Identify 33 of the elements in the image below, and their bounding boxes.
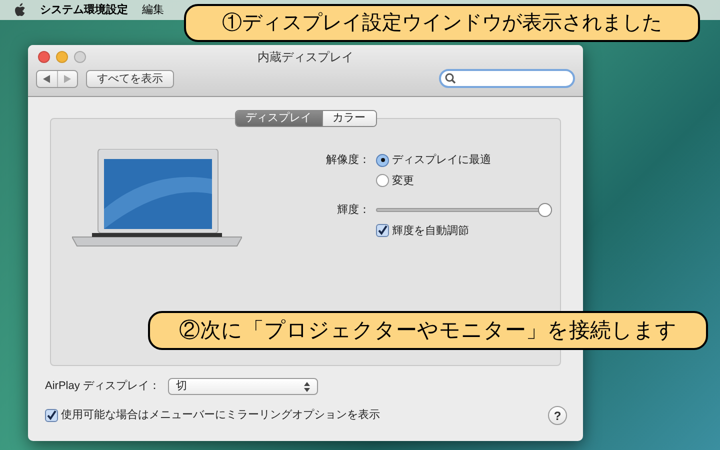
close-button[interactable] [38, 51, 50, 63]
checkbox[interactable] [376, 224, 389, 238]
help-button[interactable]: ? [548, 406, 567, 425]
resolution-label: 解像度： [325, 152, 370, 168]
menu-item[interactable]: 編集 [142, 2, 164, 18]
apple-logo-icon[interactable] [14, 3, 26, 17]
zoom-button[interactable] [74, 51, 86, 63]
radio-label: 変更 [392, 174, 414, 188]
auto-brightness-label: 輝度を自動調節 [392, 224, 469, 238]
airplay-label: AirPlay ディスプレイ： [45, 378, 160, 394]
radio-button[interactable] [376, 174, 389, 188]
airplay-select[interactable]: 切 [168, 378, 318, 395]
minimize-button[interactable] [56, 51, 68, 63]
select-value: 切 [176, 379, 187, 394]
tab[interactable]: ディスプレイ [236, 111, 322, 126]
show-all-button[interactable]: すべてを表示 [86, 70, 174, 88]
mirroring-option-label: 使用可能な場合はメニューバーにミラーリングオプションを表示 [61, 408, 380, 424]
brightness-label: 輝度： [336, 202, 370, 218]
window-title: 内蔵ディスプレイ [258, 49, 354, 66]
callout: ①ディスプレイ設定ウインドウが表示されました [184, 4, 700, 42]
radio-button[interactable] [376, 154, 389, 167]
radio-label: ディスプレイに最適 [392, 152, 491, 168]
search-field[interactable] [439, 69, 575, 88]
brightness-slider[interactable] [376, 203, 552, 218]
callout: ②次に「プロジェクターやモニター」を接続します [148, 311, 708, 350]
checkbox[interactable] [45, 409, 58, 422]
menu-item[interactable]: システム環境設定 [40, 2, 128, 18]
tab[interactable]: カラー [322, 111, 376, 126]
checkmark-icon [46, 410, 57, 421]
slider-thumb[interactable] [538, 203, 552, 218]
checkmark-icon [377, 225, 388, 236]
search-icon [445, 73, 456, 84]
updown-arrows-icon [304, 382, 310, 392]
